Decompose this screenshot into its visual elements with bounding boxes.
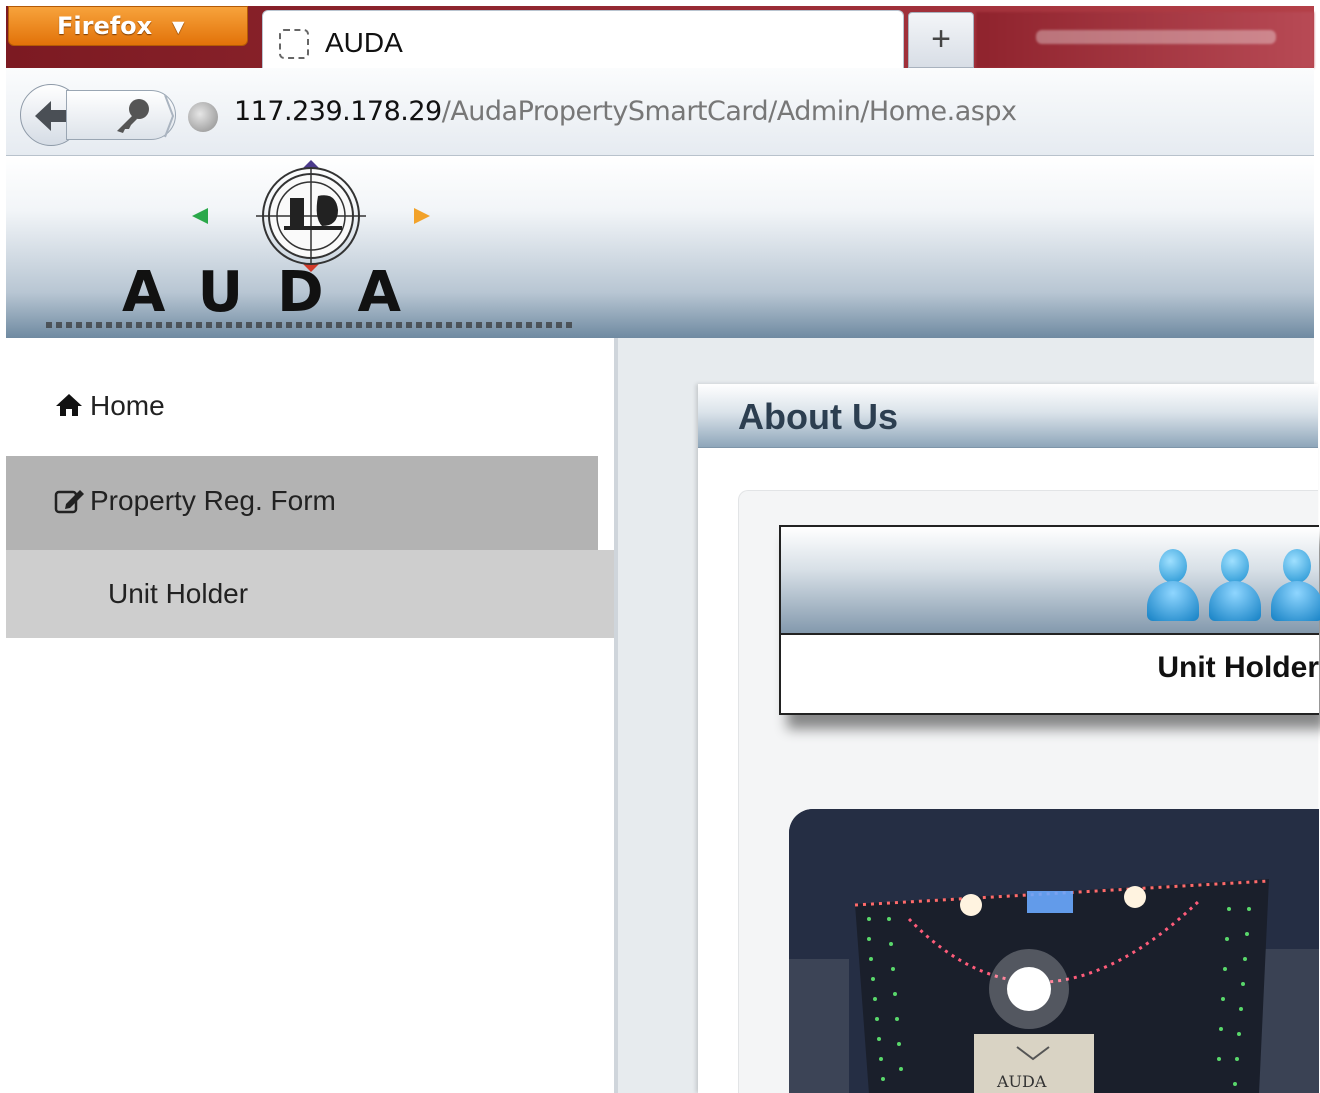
sidebar: Home Property Reg. Form Unit Holder	[6, 338, 614, 1093]
firefox-menu-button[interactable]: Firefox ▼	[8, 6, 248, 46]
user-icon	[1205, 549, 1263, 621]
url-bar[interactable]: 117.239.178.29/AudaPropertySmartCard/Adm…	[234, 96, 1017, 127]
main-content: About Us Unit Holder AUDA	[614, 338, 1320, 1093]
globe-icon	[188, 102, 218, 132]
unit-holder-label: Unit Holder	[1157, 651, 1319, 684]
sidebar-item-label: Property Reg. Form	[90, 485, 336, 516]
url-path: /AudaPropertySmartCard/Admin/Home.aspx	[441, 96, 1017, 127]
sidebar-item-unit-holder[interactable]: Unit Holder	[6, 550, 614, 638]
page-icon	[279, 29, 309, 59]
site-identity-button[interactable]	[66, 90, 176, 140]
user-icon	[1143, 549, 1201, 621]
auda-logo-emblem	[192, 160, 430, 272]
tab-auda[interactable]: AUDA	[262, 10, 904, 68]
users-icon-group	[1143, 549, 1320, 621]
sidebar-item-label: Home	[90, 390, 165, 421]
panel-header: About Us	[698, 384, 1318, 448]
home-icon	[54, 378, 90, 434]
inner-card: Unit Holder AUDA	[738, 490, 1320, 1093]
tab-title: AUDA	[325, 27, 403, 58]
firefox-menu-label: Firefox	[57, 12, 153, 40]
new-tab-button[interactable]: +	[908, 12, 974, 68]
key-icon	[117, 94, 175, 138]
photo-sign-text: AUDA	[996, 1072, 1047, 1091]
sidebar-item-home[interactable]: Home	[6, 378, 598, 434]
sidebar-item-label: Unit Holder	[108, 578, 249, 609]
page-title: About Us	[738, 396, 898, 437]
sidebar-item-property-reg-form[interactable]: Property Reg. Form	[6, 456, 598, 550]
user-icon	[1267, 549, 1320, 621]
logo-tagline-graphic	[46, 322, 576, 328]
navigation-bar: 117.239.178.29/AudaPropertySmartCard/Adm…	[6, 68, 1314, 156]
dropdown-arrow-icon: ▼	[172, 17, 185, 36]
site-header: AUDA	[6, 156, 1314, 338]
browser-chrome: Firefox ▼ AUDA +	[0, 0, 1320, 68]
other-tab[interactable]	[976, 12, 1314, 68]
unit-holder-tile-header	[781, 527, 1320, 635]
blurred-tab-title	[1036, 30, 1276, 44]
url-host: 117.239.178.29	[234, 96, 442, 127]
edit-icon	[54, 456, 90, 546]
unit-holder-tile[interactable]: Unit Holder	[779, 525, 1320, 715]
auda-logo-text: AUDA	[122, 260, 435, 325]
about-us-panel: About Us Unit Holder AUDA	[698, 384, 1320, 1093]
auda-building-photo: AUDA	[789, 809, 1319, 1093]
